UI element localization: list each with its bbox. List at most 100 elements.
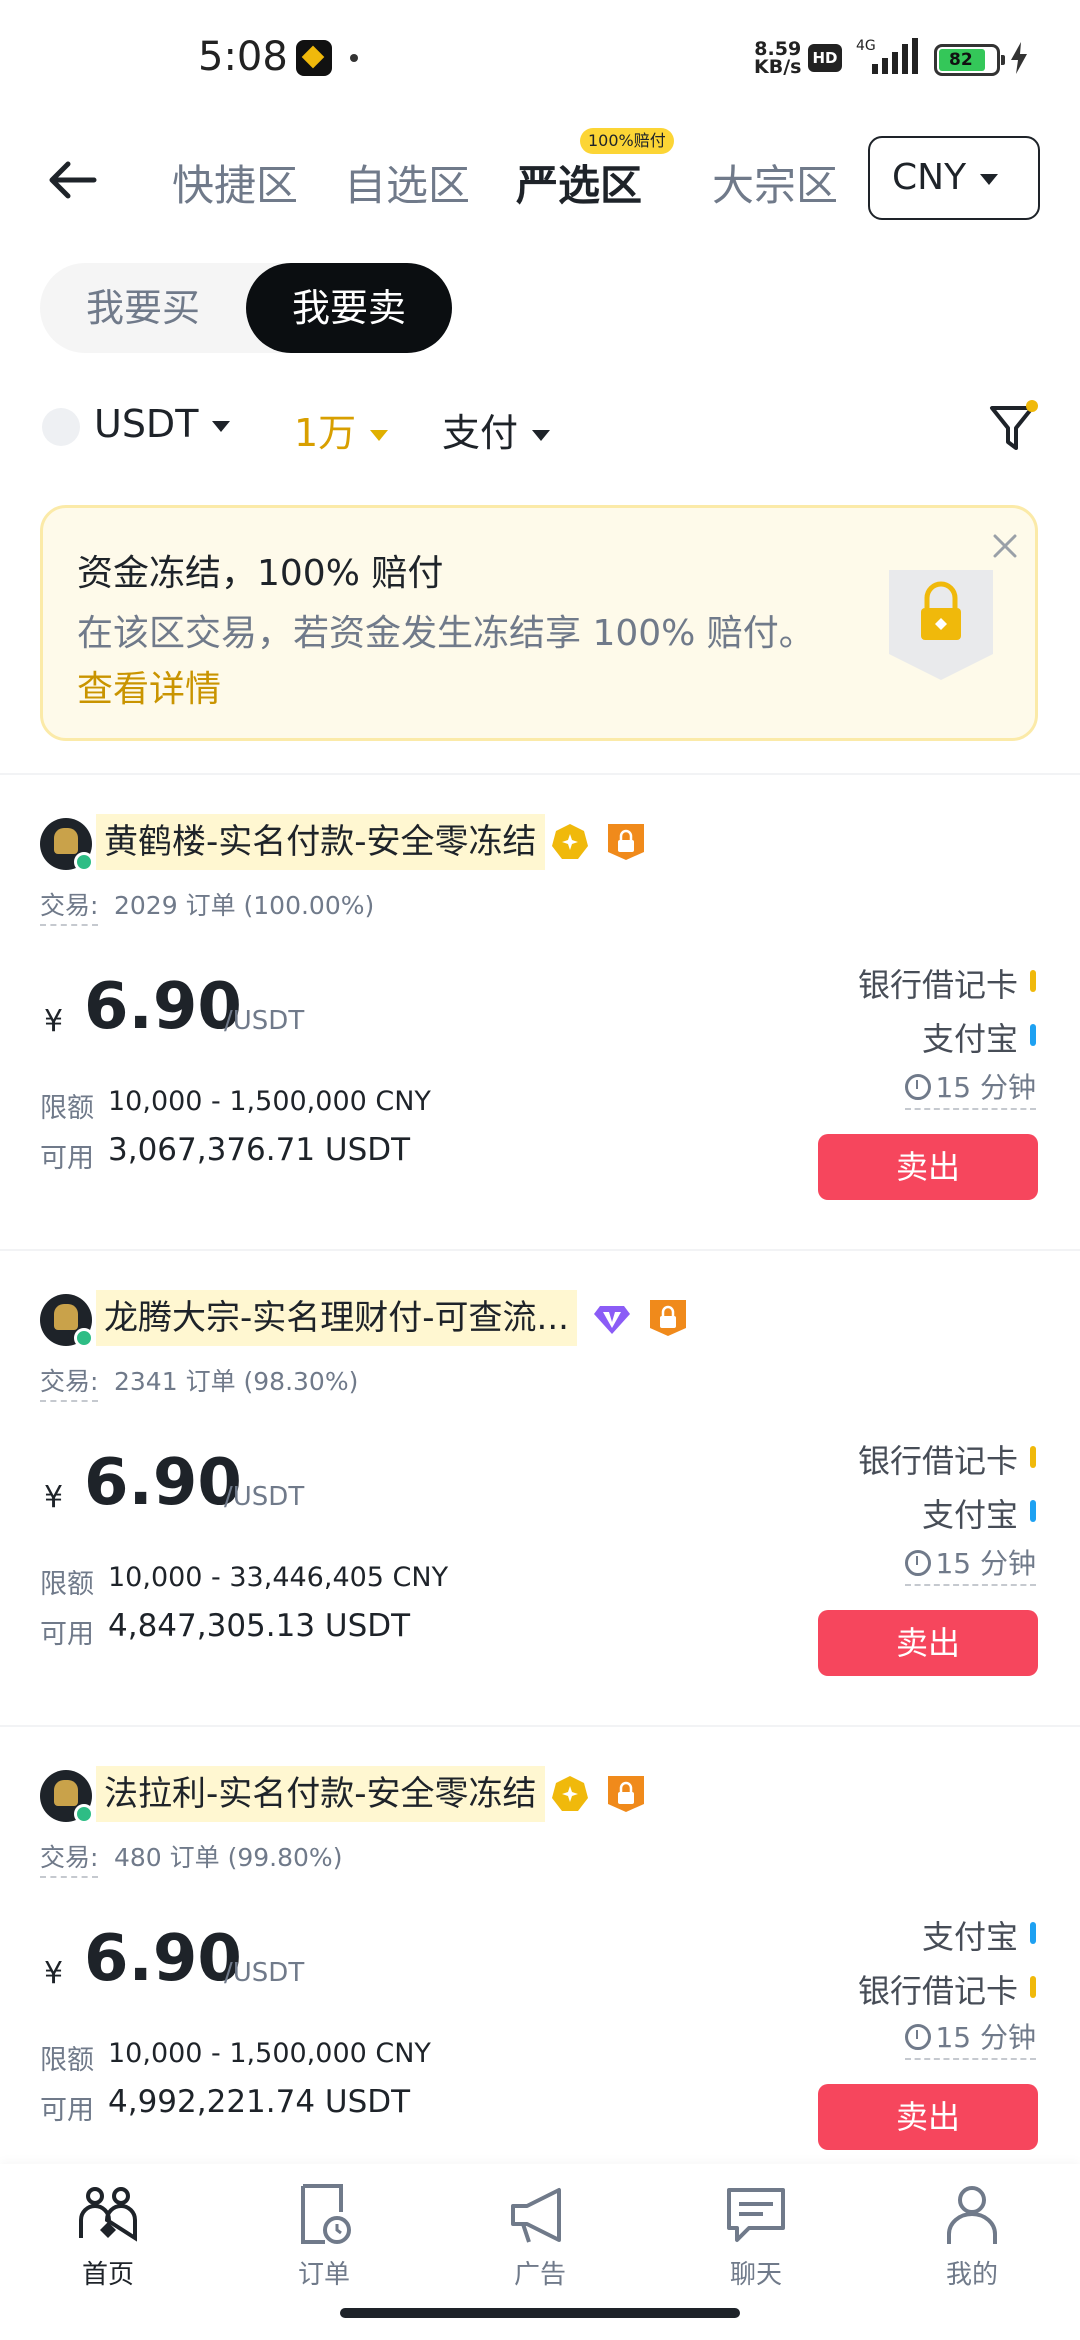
view-details-link[interactable]: 查看详情: [77, 660, 221, 712]
limit-value: 10,000 - 33,446,405 CNY: [108, 1562, 449, 1593]
trades-count: 2341 订单 (98.30%): [114, 1367, 359, 1396]
payment-filter[interactable]: 支付: [442, 402, 551, 457]
battery-icon: 82: [934, 44, 1005, 76]
timer-icon: [905, 2024, 932, 2050]
merchant-name[interactable]: 黄鹤楼-实名付款-安全零冻结: [96, 814, 545, 870]
payment-method: 银行借记卡: [857, 1442, 1018, 1480]
orders-icon: [301, 2184, 351, 2244]
signal-icon: 4G: [856, 38, 918, 74]
payment-color-bar: [1030, 1922, 1036, 1944]
payment-method: 支付宝: [921, 1020, 1018, 1058]
ad-card: 黄鹤楼-实名付款-安全零冻结 交易: 2029 订单 (100.00%) ¥ 6…: [0, 774, 1080, 1248]
profile-icon: [947, 2186, 997, 2244]
sell-toggle[interactable]: 我要卖: [246, 263, 452, 353]
trades-count: 2029 订单 (100.00%): [114, 891, 375, 920]
buy-sell-toggle: 我要买 我要卖: [40, 263, 452, 353]
binance-app-icon: [296, 40, 332, 76]
online-status-icon: [74, 1804, 94, 1824]
back-arrow-icon[interactable]: [40, 148, 104, 212]
available-value: 3,067,376.71 USDT: [108, 1132, 411, 1168]
close-icon[interactable]: [987, 528, 1023, 564]
available-value: 4,847,305.13 USDT: [108, 1608, 411, 1644]
chevron-down-icon: [212, 421, 231, 432]
buy-toggle[interactable]: 我要买: [40, 263, 246, 353]
lock-badge-icon: [650, 1300, 686, 1336]
filter-icon[interactable]: [988, 398, 1040, 458]
gold-merchant-badge-icon: [552, 824, 588, 859]
svg-text:4G: 4G: [856, 38, 876, 54]
home-icon: [79, 2187, 137, 2242]
nav-profile[interactable]: 我的: [902, 2182, 1042, 2291]
trades-label: 交易:: [40, 886, 99, 926]
limit-value: 10,000 - 1,500,000 CNY: [108, 2038, 431, 2069]
currency-symbol: ¥: [44, 1004, 64, 1039]
payment-color-bar: [1030, 1024, 1036, 1046]
currency-value: CNY: [892, 157, 967, 198]
currency-select[interactable]: CNY: [868, 136, 1040, 220]
merchant-name[interactable]: 法拉利-实名付款-安全零冻结: [96, 1766, 545, 1822]
ad-card: 龙腾大宗-实名理财付-可查流... 交易: 2341 订单 (98.30%) ¥…: [0, 1250, 1080, 1724]
amount-filter[interactable]: 1万: [294, 402, 389, 457]
filter-row: USDT 1万 支付: [0, 390, 1080, 470]
hd-icon: HD: [808, 44, 842, 72]
lock-badge-icon: [608, 1776, 644, 1812]
available-label: 可用: [40, 1619, 94, 1650]
payment-method: 银行借记卡: [857, 966, 1018, 1004]
nav-ads[interactable]: 广告: [470, 2182, 610, 2291]
price: 6.90: [84, 1922, 242, 1996]
tab-selected[interactable]: 严选区: [516, 152, 642, 213]
limit-label: 限额: [40, 1569, 94, 1600]
ad-card: 法拉利-实名付款-安全零冻结 交易: 480 订单 (99.80%) ¥ 6.9…: [0, 1726, 1080, 2200]
price-unit: /USDT: [224, 1482, 305, 1512]
coin-icon: [42, 408, 80, 446]
megaphone-icon: [511, 2188, 561, 2243]
tab-bulk[interactable]: 大宗区: [712, 152, 838, 213]
sell-button[interactable]: 卖出: [818, 1134, 1038, 1200]
compensation-badge: 100%赔付: [580, 128, 674, 154]
available-label: 可用: [40, 2095, 94, 2126]
chevron-down-icon: [370, 430, 389, 441]
promo-banner: 资金冻结，100% 赔付 在该区交易，若资金发生冻结享 100% 赔付。 查看详…: [40, 505, 1038, 741]
online-status-icon: [74, 852, 94, 872]
price: 6.90: [84, 1446, 242, 1520]
network-speed: 8.59 KB/s: [754, 38, 802, 78]
nav-chat[interactable]: 聊天: [686, 2182, 826, 2291]
payment-time-limit: 15 分钟: [905, 1542, 1036, 1586]
payment-color-bar: [1030, 1500, 1036, 1522]
home-indicator[interactable]: [340, 2308, 740, 2318]
diamond-merchant-badge-icon: [594, 1306, 630, 1334]
price: 6.90: [84, 970, 242, 1044]
merchant-name[interactable]: 龙腾大宗-实名理财付-可查流...: [96, 1290, 577, 1346]
nav-home[interactable]: 首页: [38, 2182, 178, 2291]
trades-label: 交易:: [40, 1838, 99, 1878]
payment-color-bar: [1030, 970, 1036, 992]
shield-lock-icon: [889, 570, 993, 680]
trades-label: 交易:: [40, 1362, 99, 1402]
chevron-down-icon: [980, 173, 999, 185]
currency-symbol: ¥: [44, 1956, 64, 1991]
available-label: 可用: [40, 1143, 94, 1174]
currency-symbol: ¥: [44, 1480, 64, 1515]
gold-merchant-badge-icon: [552, 1776, 588, 1811]
coin-filter[interactable]: USDT: [94, 402, 231, 446]
limit-label: 限额: [40, 2045, 94, 2076]
limit-label: 限额: [40, 1093, 94, 1124]
nav-orders[interactable]: 订单: [254, 2182, 394, 2291]
payment-time-limit: 15 分钟: [905, 1066, 1036, 1110]
promo-title: 资金冻结，100% 赔付: [77, 553, 444, 594]
trades-count: 480 订单 (99.80%): [114, 1843, 343, 1872]
price-unit: /USDT: [224, 1006, 305, 1036]
chat-icon: [727, 2188, 785, 2242]
status-bar: 5:08 8.59 KB/s HD 4G 82: [0, 0, 1080, 120]
chevron-down-icon: [532, 430, 551, 441]
tab-quick[interactable]: 快捷区: [172, 152, 298, 213]
sell-button[interactable]: 卖出: [818, 1610, 1038, 1676]
sell-button[interactable]: 卖出: [818, 2084, 1038, 2150]
payment-method: 支付宝: [921, 1496, 1018, 1534]
tab-favorites[interactable]: 自选区: [344, 152, 470, 213]
notification-dot-icon: [350, 54, 358, 62]
payment-time-limit: 15 分钟: [905, 2016, 1036, 2060]
online-status-icon: [74, 1328, 94, 1348]
payment-method: 支付宝: [921, 1918, 1018, 1956]
promo-description: 在该区交易，若资金发生冻结享 100% 赔付。: [77, 613, 815, 654]
